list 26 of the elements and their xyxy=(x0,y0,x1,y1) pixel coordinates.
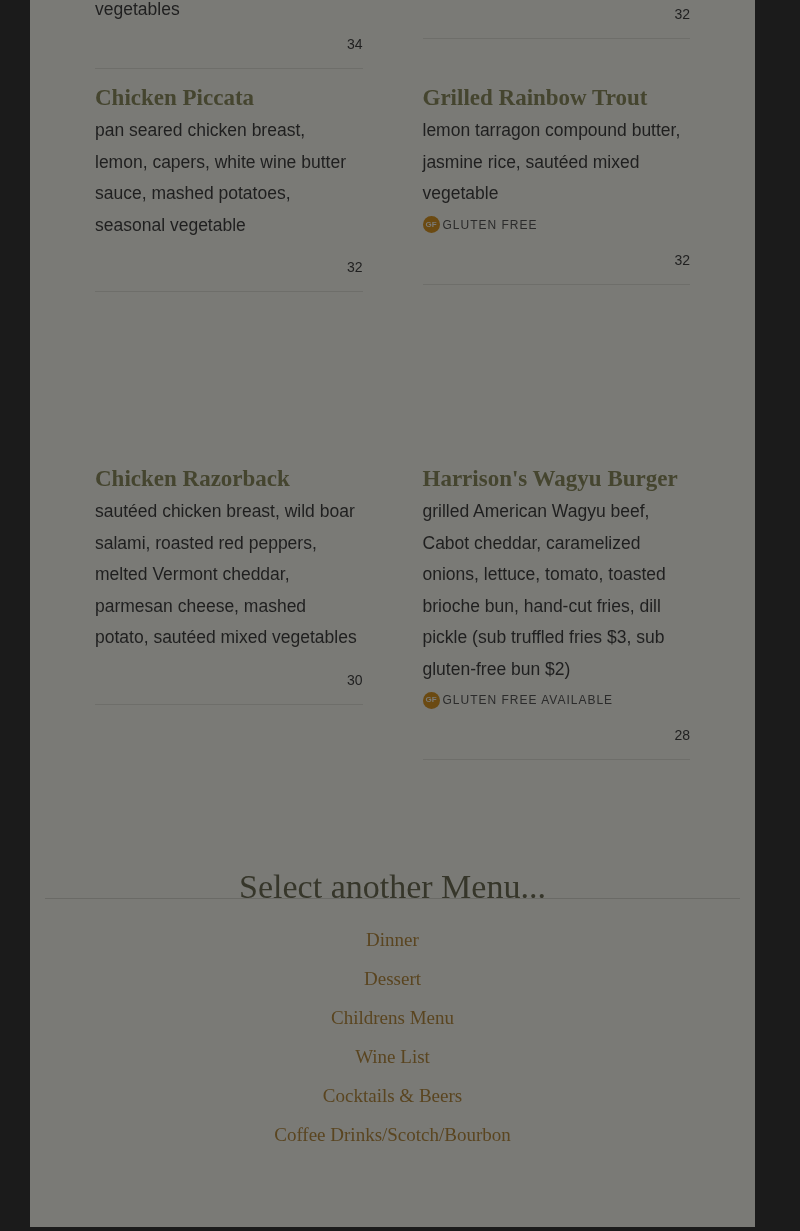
item-price: 32 xyxy=(674,250,690,270)
section-heading: Select another Menu... xyxy=(239,867,546,907)
dish-name: Grilled Rainbow Trout xyxy=(422,84,649,112)
menu-link[interactable]: Coffee Drinks/Scotch/Bourbon xyxy=(274,1122,511,1148)
item-price: 34 xyxy=(346,35,363,54)
badge-label: GLUTEN FREE xyxy=(442,216,538,234)
item-price: 28 xyxy=(674,726,690,745)
dish-description: vegetables xyxy=(95,0,181,18)
dish-description: pan seared chicken breast, lemon, capers, white wine butter sauce, mashed potatoes, seasonal vegetable xyxy=(95,120,346,235)
menu-link[interactable]: Dessert xyxy=(364,966,421,992)
menu-link[interactable]: Wine List xyxy=(355,1044,430,1070)
item-price: 32 xyxy=(674,5,690,24)
item-price: 32 xyxy=(346,258,363,277)
gluten-free-icon: GF xyxy=(422,216,440,233)
dish-name: Harrison's Wagyu Burger xyxy=(422,465,679,493)
gluten-free-icon: GF xyxy=(422,691,440,709)
dish-description: grilled American Wagyu beef, Cabot cheddar, caramelized onions, lettuce, tomato, toasted brioche bun, hand-cut fries, dill pickle (sub truffled fries $3, sub gluten-free bun $2) xyxy=(422,501,666,679)
menu-link[interactable]: Dinner xyxy=(366,927,419,953)
item-price: 30 xyxy=(346,670,363,690)
dish-name: Chicken Piccata xyxy=(95,84,256,112)
dish-description: lemon tarragon compound butter, jasmine rice, sautéed mixed vegetable xyxy=(422,120,681,203)
menu-link[interactable]: Childrens Menu xyxy=(331,1005,454,1031)
menu-link[interactable]: Cocktails & Beers xyxy=(322,1083,463,1109)
dish-name: Chicken Razorback xyxy=(95,465,291,493)
dish-description: sautéed chicken breast, wild boar salami, roasted red peppers, melted Vermont cheddar, parmesan cheese, mashed potato, sautéed mixed vegetables xyxy=(95,501,357,647)
badge-label: GLUTEN FREE AVAILABLE xyxy=(442,692,614,709)
